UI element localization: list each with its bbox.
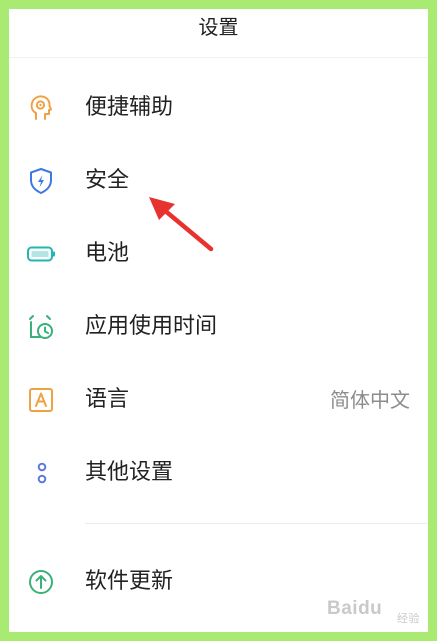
settings-item-accessibility[interactable]: 便捷辅助 [9,79,428,139]
settings-item-label: 电池 [85,241,130,266]
annotation-arrow-icon [149,197,214,252]
language-current-value: 简体中文 [330,388,410,412]
more-dots-icon [37,462,47,484]
battery-icon [27,246,55,262]
accessibility-head-icon [30,95,52,120]
baidu-watermark: Baidu 经验 [327,598,420,625]
settings-screen: 设置 便捷辅助 安全 电池 应用使用时间 语言 简体中文 其他设置 软件更新 B… [9,9,428,632]
settings-item-label: 语言 [85,387,130,412]
settings-item-other-settings[interactable]: 其他设置 [9,444,428,504]
settings-item-app-usage-time[interactable]: 应用使用时间 [9,298,428,358]
header-divider [9,57,428,58]
page-title: 设置 [198,15,239,39]
alarm-clock-icon [29,315,53,339]
language-a-icon [29,388,53,412]
settings-item-label: 其他设置 [85,460,174,485]
settings-item-label: 安全 [85,168,130,193]
settings-item-label: 便捷辅助 [85,95,174,120]
shield-icon [30,168,52,194]
section-divider [85,523,428,524]
update-arrow-icon [29,570,53,594]
settings-item-label: 软件更新 [85,569,174,594]
settings-item-label: 应用使用时间 [85,314,218,339]
settings-item-language[interactable]: 语言 简体中文 [9,371,428,431]
